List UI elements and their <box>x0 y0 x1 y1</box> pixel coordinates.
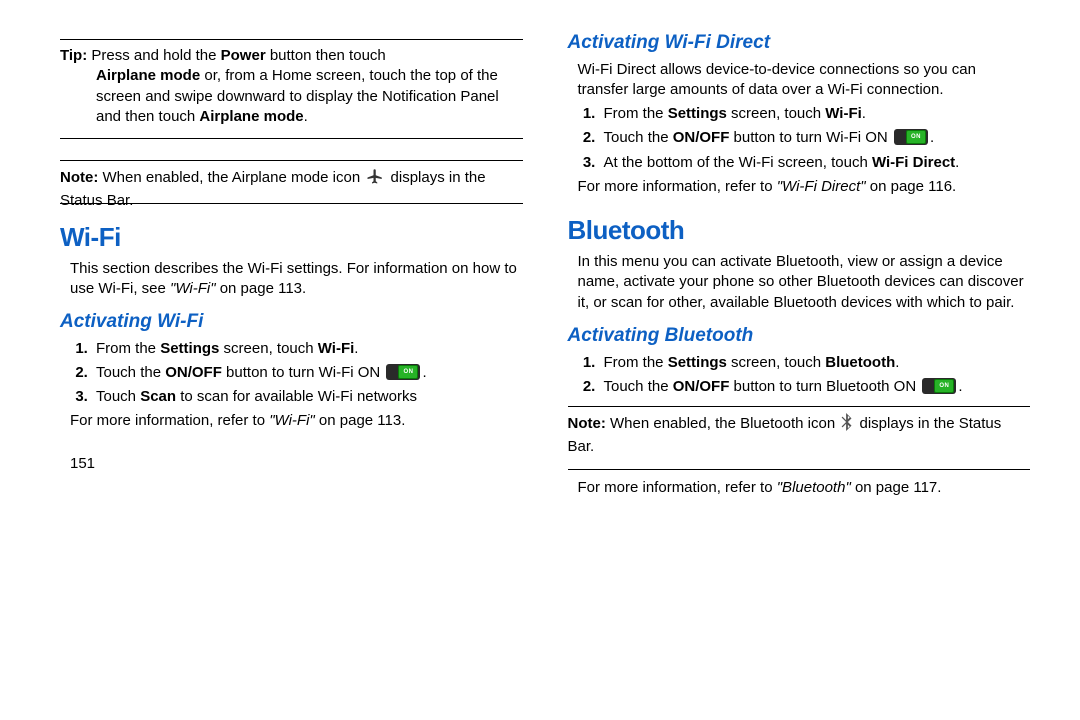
text: on page 113. <box>216 280 307 297</box>
wifi-paragraph: This section describes the Wi-Fi setting… <box>70 259 523 300</box>
text: button then touch <box>266 47 386 64</box>
text: When enabled, the Airplane mode icon <box>98 169 364 186</box>
wifi-steps: From the Settings screen, touch Wi-Fi. T… <box>60 339 523 408</box>
divider <box>568 406 1031 407</box>
divider <box>60 138 523 139</box>
text: button to turn Wi-Fi ON <box>729 129 892 146</box>
text: screen, touch <box>727 105 825 122</box>
text: . <box>958 378 962 395</box>
step: From the Settings screen, touch Bluetoot… <box>600 353 1031 373</box>
divider <box>60 39 523 40</box>
more-info: For more information, refer to "Wi-Fi" o… <box>70 411 523 431</box>
text-bold: ON/OFF <box>673 378 730 395</box>
text: Press and hold the <box>87 47 220 64</box>
text: From the <box>604 105 668 122</box>
step: At the bottom of the Wi-Fi screen, touch… <box>600 153 1031 173</box>
text-bold: ON/OFF <box>165 364 222 381</box>
text: Touch the <box>604 378 673 395</box>
text: . <box>354 340 358 357</box>
wifi-heading: Wi-Fi <box>60 220 523 255</box>
step: Touch the ON/OFF button to turn Bluetoot… <box>600 377 1031 397</box>
tip-continuation: Airplane mode or, from a Home screen, to… <box>60 66 523 127</box>
text-bold: Airplane mode <box>96 67 200 84</box>
bluetooth-icon <box>841 413 853 437</box>
text: . <box>422 364 426 381</box>
text: . <box>304 108 308 125</box>
text-bold: Power <box>221 47 266 64</box>
divider <box>60 160 523 161</box>
on-toggle-icon <box>894 129 928 145</box>
wifi-direct-paragraph: Wi-Fi Direct allows device-to-device con… <box>578 60 1031 101</box>
text: For more information, refer to <box>578 178 777 195</box>
step: Touch the ON/OFF button to turn Wi-Fi ON… <box>92 363 523 383</box>
text: . <box>930 129 934 146</box>
tip-box: Tip: Press and hold the Power button the… <box>60 44 523 129</box>
step: Touch Scan to scan for available Wi-Fi n… <box>92 387 523 407</box>
text: Touch the <box>604 129 673 146</box>
manual-page: Tip: Press and hold the Power button the… <box>0 0 1080 512</box>
cross-ref: "Wi-Fi" <box>170 280 216 297</box>
more-info: For more information, refer to "Wi-Fi Di… <box>578 177 1031 197</box>
bluetooth-steps: From the Settings screen, touch Bluetoot… <box>568 353 1031 398</box>
activating-bluetooth-heading: Activating Bluetooth <box>568 323 1031 349</box>
cross-ref: "Bluetooth" <box>777 479 851 496</box>
text: Touch the <box>96 364 165 381</box>
text: screen, touch <box>219 340 317 357</box>
text: . <box>862 105 866 122</box>
text: From the <box>604 354 668 371</box>
page-number: 151 <box>70 454 523 474</box>
text: button to turn Bluetooth ON <box>729 378 920 395</box>
note-box: Note: When enabled, the Airplane mode ic… <box>60 165 523 214</box>
text-bold: Settings <box>668 354 727 371</box>
step: From the Settings screen, touch Wi-Fi. <box>92 339 523 359</box>
text-bold: Bluetooth <box>825 354 895 371</box>
text-bold: Wi-Fi <box>825 105 862 122</box>
text: For more information, refer to <box>578 479 777 496</box>
note-label: Note: <box>568 415 606 432</box>
text: Touch <box>96 388 140 405</box>
text-bold: Settings <box>668 105 727 122</box>
text: screen, touch <box>727 354 825 371</box>
text: When enabled, the Bluetooth icon <box>606 415 840 432</box>
more-info: For more information, refer to "Bluetoot… <box>578 478 1031 498</box>
step: From the Settings screen, touch Wi-Fi. <box>600 104 1031 124</box>
text: on page 116. <box>866 178 957 195</box>
text: For more information, refer to <box>70 412 269 429</box>
text: . <box>955 154 959 171</box>
wifi-direct-steps: From the Settings screen, touch Wi-Fi. T… <box>568 104 1031 173</box>
step: Touch the ON/OFF button to turn Wi-Fi ON… <box>600 128 1031 148</box>
text-bold: Wi-Fi Direct <box>872 154 955 171</box>
tip-label: Tip: <box>60 47 87 64</box>
note-box: Note: When enabled, the Bluetooth icon d… <box>568 411 1031 460</box>
text-bold: Airplane mode <box>199 108 303 125</box>
on-toggle-icon <box>922 378 956 394</box>
text: At the bottom of the Wi-Fi screen, touch <box>604 154 872 171</box>
text: button to turn Wi-Fi ON <box>222 364 385 381</box>
bluetooth-paragraph: In this menu you can activate Bluetooth,… <box>578 252 1031 313</box>
activating-wifi-heading: Activating Wi-Fi <box>60 309 523 335</box>
cross-ref: "Wi-Fi" <box>269 412 315 429</box>
airplane-icon <box>366 167 384 191</box>
right-column: Activating Wi-Fi Direct Wi-Fi Direct all… <box>568 30 1031 502</box>
divider <box>568 469 1031 470</box>
text: From the <box>96 340 160 357</box>
text-bold: Scan <box>140 388 176 405</box>
left-column: Tip: Press and hold the Power button the… <box>60 30 523 502</box>
text: on page 113. <box>315 412 406 429</box>
cross-ref: "Wi-Fi Direct" <box>777 178 866 195</box>
wifi-direct-heading: Activating Wi-Fi Direct <box>568 30 1031 56</box>
text-bold: Wi-Fi <box>318 340 355 357</box>
text-bold: ON/OFF <box>673 129 730 146</box>
note-label: Note: <box>60 169 98 186</box>
text: on page 117. <box>851 479 942 496</box>
bluetooth-heading: Bluetooth <box>568 213 1031 248</box>
text: to scan for available Wi-Fi networks <box>176 388 417 405</box>
text: . <box>895 354 899 371</box>
text-bold: Settings <box>160 340 219 357</box>
on-toggle-icon <box>386 364 420 380</box>
